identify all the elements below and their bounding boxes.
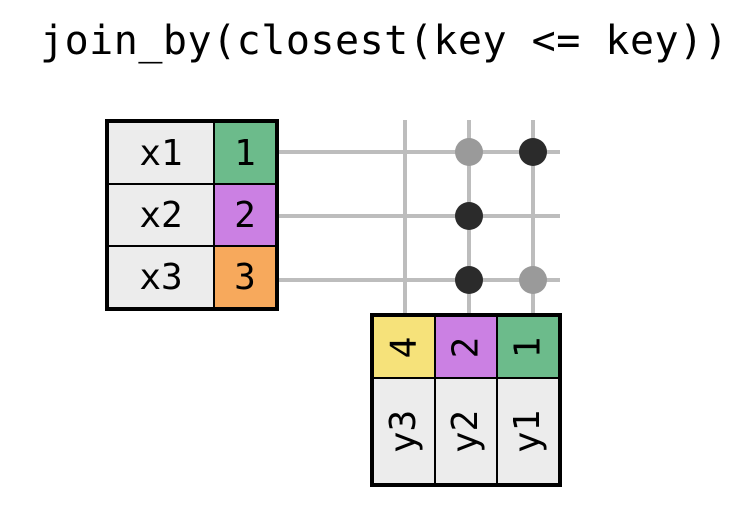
y-table-col: 1y1 (497, 316, 559, 484)
x-key-cell: 3 (214, 246, 276, 308)
x-value-cell: x1 (108, 122, 214, 184)
code-title: join_by(closest(key <= key)) (40, 18, 728, 64)
y-value-cell: y3 (373, 378, 435, 484)
x-table-row: x33 (108, 246, 276, 308)
x-value-cell: x2 (108, 184, 214, 246)
y-key-cell: 1 (497, 316, 559, 378)
x-table-row: x22 (108, 184, 276, 246)
match-dot-chosen (519, 138, 547, 166)
y-value-cell: y1 (497, 378, 559, 484)
y-table-col: 4y3 (373, 316, 435, 484)
y-value-cell: y2 (435, 378, 497, 484)
match-dot-chosen (455, 266, 483, 294)
y-key-cell: 2 (435, 316, 497, 378)
x-key-cell: 2 (214, 184, 276, 246)
grid-row-line (278, 150, 560, 154)
y-table: 4y32y21y1 (370, 313, 562, 487)
y-key-cell: 4 (373, 316, 435, 378)
x-value-cell: x3 (108, 246, 214, 308)
match-dot-candidate (455, 138, 483, 166)
diagram-canvas: join_by(closest(key <= key)) x11x22x33 4… (0, 0, 737, 524)
grid-row-line (278, 214, 560, 218)
x-table: x11x22x33 (105, 119, 279, 311)
grid-row-line (278, 278, 560, 282)
x-key-cell: 1 (214, 122, 276, 184)
match-dot-chosen (455, 202, 483, 230)
match-dot-candidate (519, 266, 547, 294)
y-table-col: 2y2 (435, 316, 497, 484)
grid-col-line (403, 120, 407, 314)
x-table-row: x11 (108, 122, 276, 184)
